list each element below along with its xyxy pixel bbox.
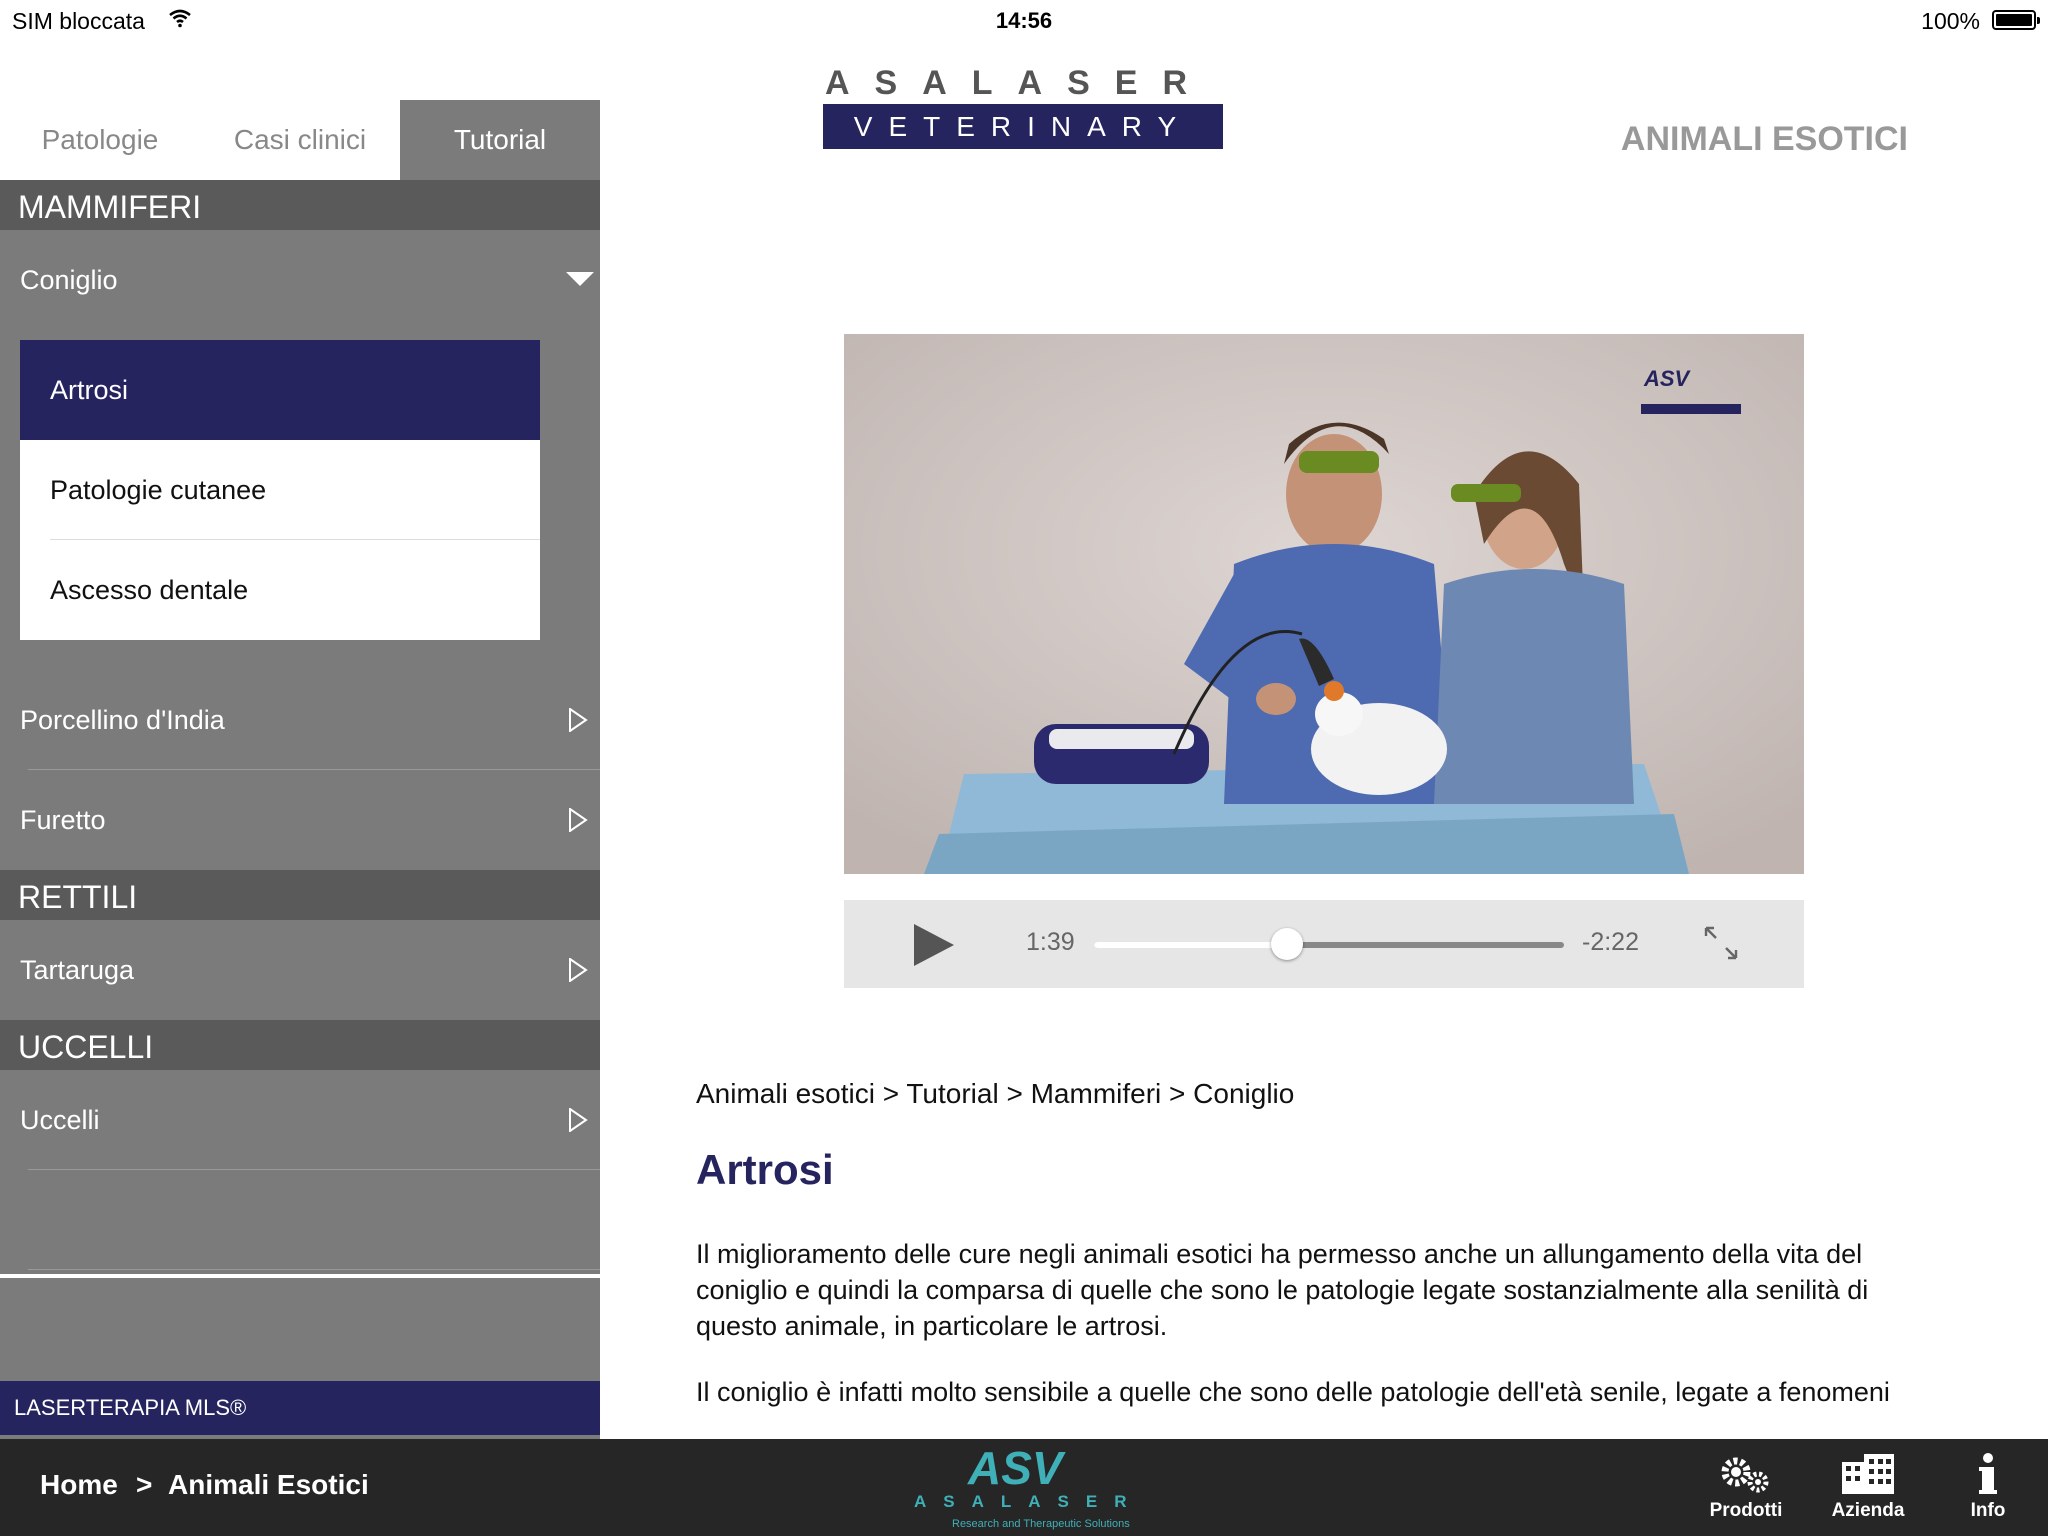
tab-casi-clinici[interactable]: Casi clinici — [200, 100, 400, 180]
chevron-right-icon — [569, 708, 588, 732]
chevron-down-icon — [566, 272, 594, 286]
logo-subtitle: VETERINARY — [823, 104, 1223, 149]
section-header-mammiferi: MAMMIFERI — [0, 180, 600, 230]
nav-label: Azienda — [1831, 1500, 1905, 1521]
tab-patologie[interactable]: Patologie — [0, 100, 200, 180]
asalaser-veterinary-logo: ASALASER VETERINARY — [823, 66, 1223, 149]
sidebar-item-furetto[interactable]: Furetto — [0, 770, 600, 870]
clock: 14:56 — [995, 8, 1053, 33]
article-paragraph: Il coniglio è infatti molto sensibile a … — [696, 1377, 1890, 1407]
sidebar-item-label: Porcellino d'India — [20, 705, 225, 735]
submenu-item-label: Artrosi — [50, 375, 129, 405]
play-icon[interactable] — [910, 922, 956, 968]
section-header-uccelli: UCCELLI — [0, 1020, 600, 1070]
tab-tutorial[interactable]: Tutorial — [400, 100, 600, 180]
sidebar: Patologie Casi clinici Tutorial MAMMIFER… — [0, 100, 600, 1439]
empty-row — [0, 1170, 600, 1270]
sidebar-item-label: Tartaruga — [20, 955, 135, 985]
sidebar-item-coniglio[interactable]: Coniglio — [0, 230, 600, 330]
logo-wordmark: ASALASER — [825, 64, 1213, 102]
chevron-right-icon — [569, 1108, 588, 1132]
video-controls: 1:39 -2:22 — [844, 900, 1804, 988]
seek-handle[interactable] — [1270, 928, 1303, 960]
tab-bar: Patologie Casi clinici Tutorial — [0, 100, 600, 180]
submenu-coniglio: Artrosi Patologie cutanee Ascesso dental… — [20, 340, 540, 640]
section-header-rettili: RETTILI — [0, 870, 600, 920]
svg-text:ASV: ASV — [1643, 366, 1692, 391]
nav-azienda[interactable]: Azienda — [1818, 1452, 1918, 1532]
battery-icon — [1992, 10, 2040, 30]
nav-info[interactable]: Info — [1938, 1452, 2038, 1532]
submenu-item-patologie-cutanee[interactable]: Patologie cutanee — [20, 440, 540, 540]
asa-logo-mark: ASV — [967, 1442, 1066, 1490]
submenu-item-artrosi[interactable]: Artrosi — [20, 340, 540, 440]
fullscreen-icon[interactable] — [1704, 926, 1738, 960]
breadcrumb-separator: > — [136, 1469, 153, 1500]
video-frame: ASV — [844, 334, 1804, 874]
status-bar: SIM bloccata 14:56 100% — [0, 0, 2048, 42]
sidebar-item-label: Uccelli — [20, 1105, 100, 1135]
nav-label: Info — [1970, 1500, 2006, 1521]
submenu-item-label: Ascesso dentale — [50, 575, 249, 605]
sidebar-item-label: Furetto — [20, 805, 106, 835]
seek-bar[interactable] — [1094, 928, 1564, 960]
sidebar-item-tartaruga[interactable]: Tartaruga — [0, 920, 600, 1020]
article-paragraph: Il miglioramento delle cure negli animal… — [696, 1239, 1869, 1341]
submenu-item-ascesso-dentale[interactable]: Ascesso dentale — [20, 540, 540, 640]
logo-tagline: Research and Therapeutic Solutions — [952, 1518, 1130, 1530]
svg-text:ASV: ASV — [967, 1442, 1066, 1490]
seek-bar-progress — [1094, 942, 1287, 948]
sidebar-item-label: Coniglio — [20, 265, 118, 295]
laserterapia-link[interactable]: LASERTERAPIA MLS® — [0, 1381, 600, 1435]
battery-percent: 100% — [1921, 8, 1980, 34]
page-category-title: ANIMALI ESOTICI — [1620, 120, 1908, 158]
sidebar-item-uccelli[interactable]: Uccelli — [0, 1070, 600, 1170]
logo-wordmark: ASALASER — [914, 1492, 1144, 1511]
elapsed-time: 1:39 — [1026, 928, 1075, 956]
building-icon — [1842, 1454, 1894, 1494]
submenu-item-label: Patologie cutanee — [50, 475, 267, 505]
sidebar-item-porcellino-d-india[interactable]: Porcellino d'India — [0, 670, 600, 770]
nav-label: Prodotti — [1709, 1500, 1783, 1521]
asalaser-logo: ASV ASALASER Research and Therapeutic So… — [912, 1440, 1134, 1534]
video-player[interactable]: ASV — [844, 334, 1804, 874]
remaining-time: -2:22 — [1582, 928, 1639, 956]
breadcrumb-home[interactable]: Home — [40, 1469, 118, 1501]
chevron-right-icon — [569, 958, 588, 982]
info-icon — [1979, 1453, 1997, 1494]
chevron-right-icon — [569, 808, 588, 832]
breadcrumb: Animali esotici > Tutorial > Mammiferi >… — [696, 1078, 1295, 1109]
empty-row — [0, 1270, 600, 1278]
article-title: Artrosi — [696, 1146, 834, 1193]
gears-icon — [1721, 1457, 1769, 1493]
breadcrumb-current: Animali Esotici — [168, 1469, 369, 1500]
nav-prodotti[interactable]: Prodotti — [1696, 1452, 1796, 1532]
